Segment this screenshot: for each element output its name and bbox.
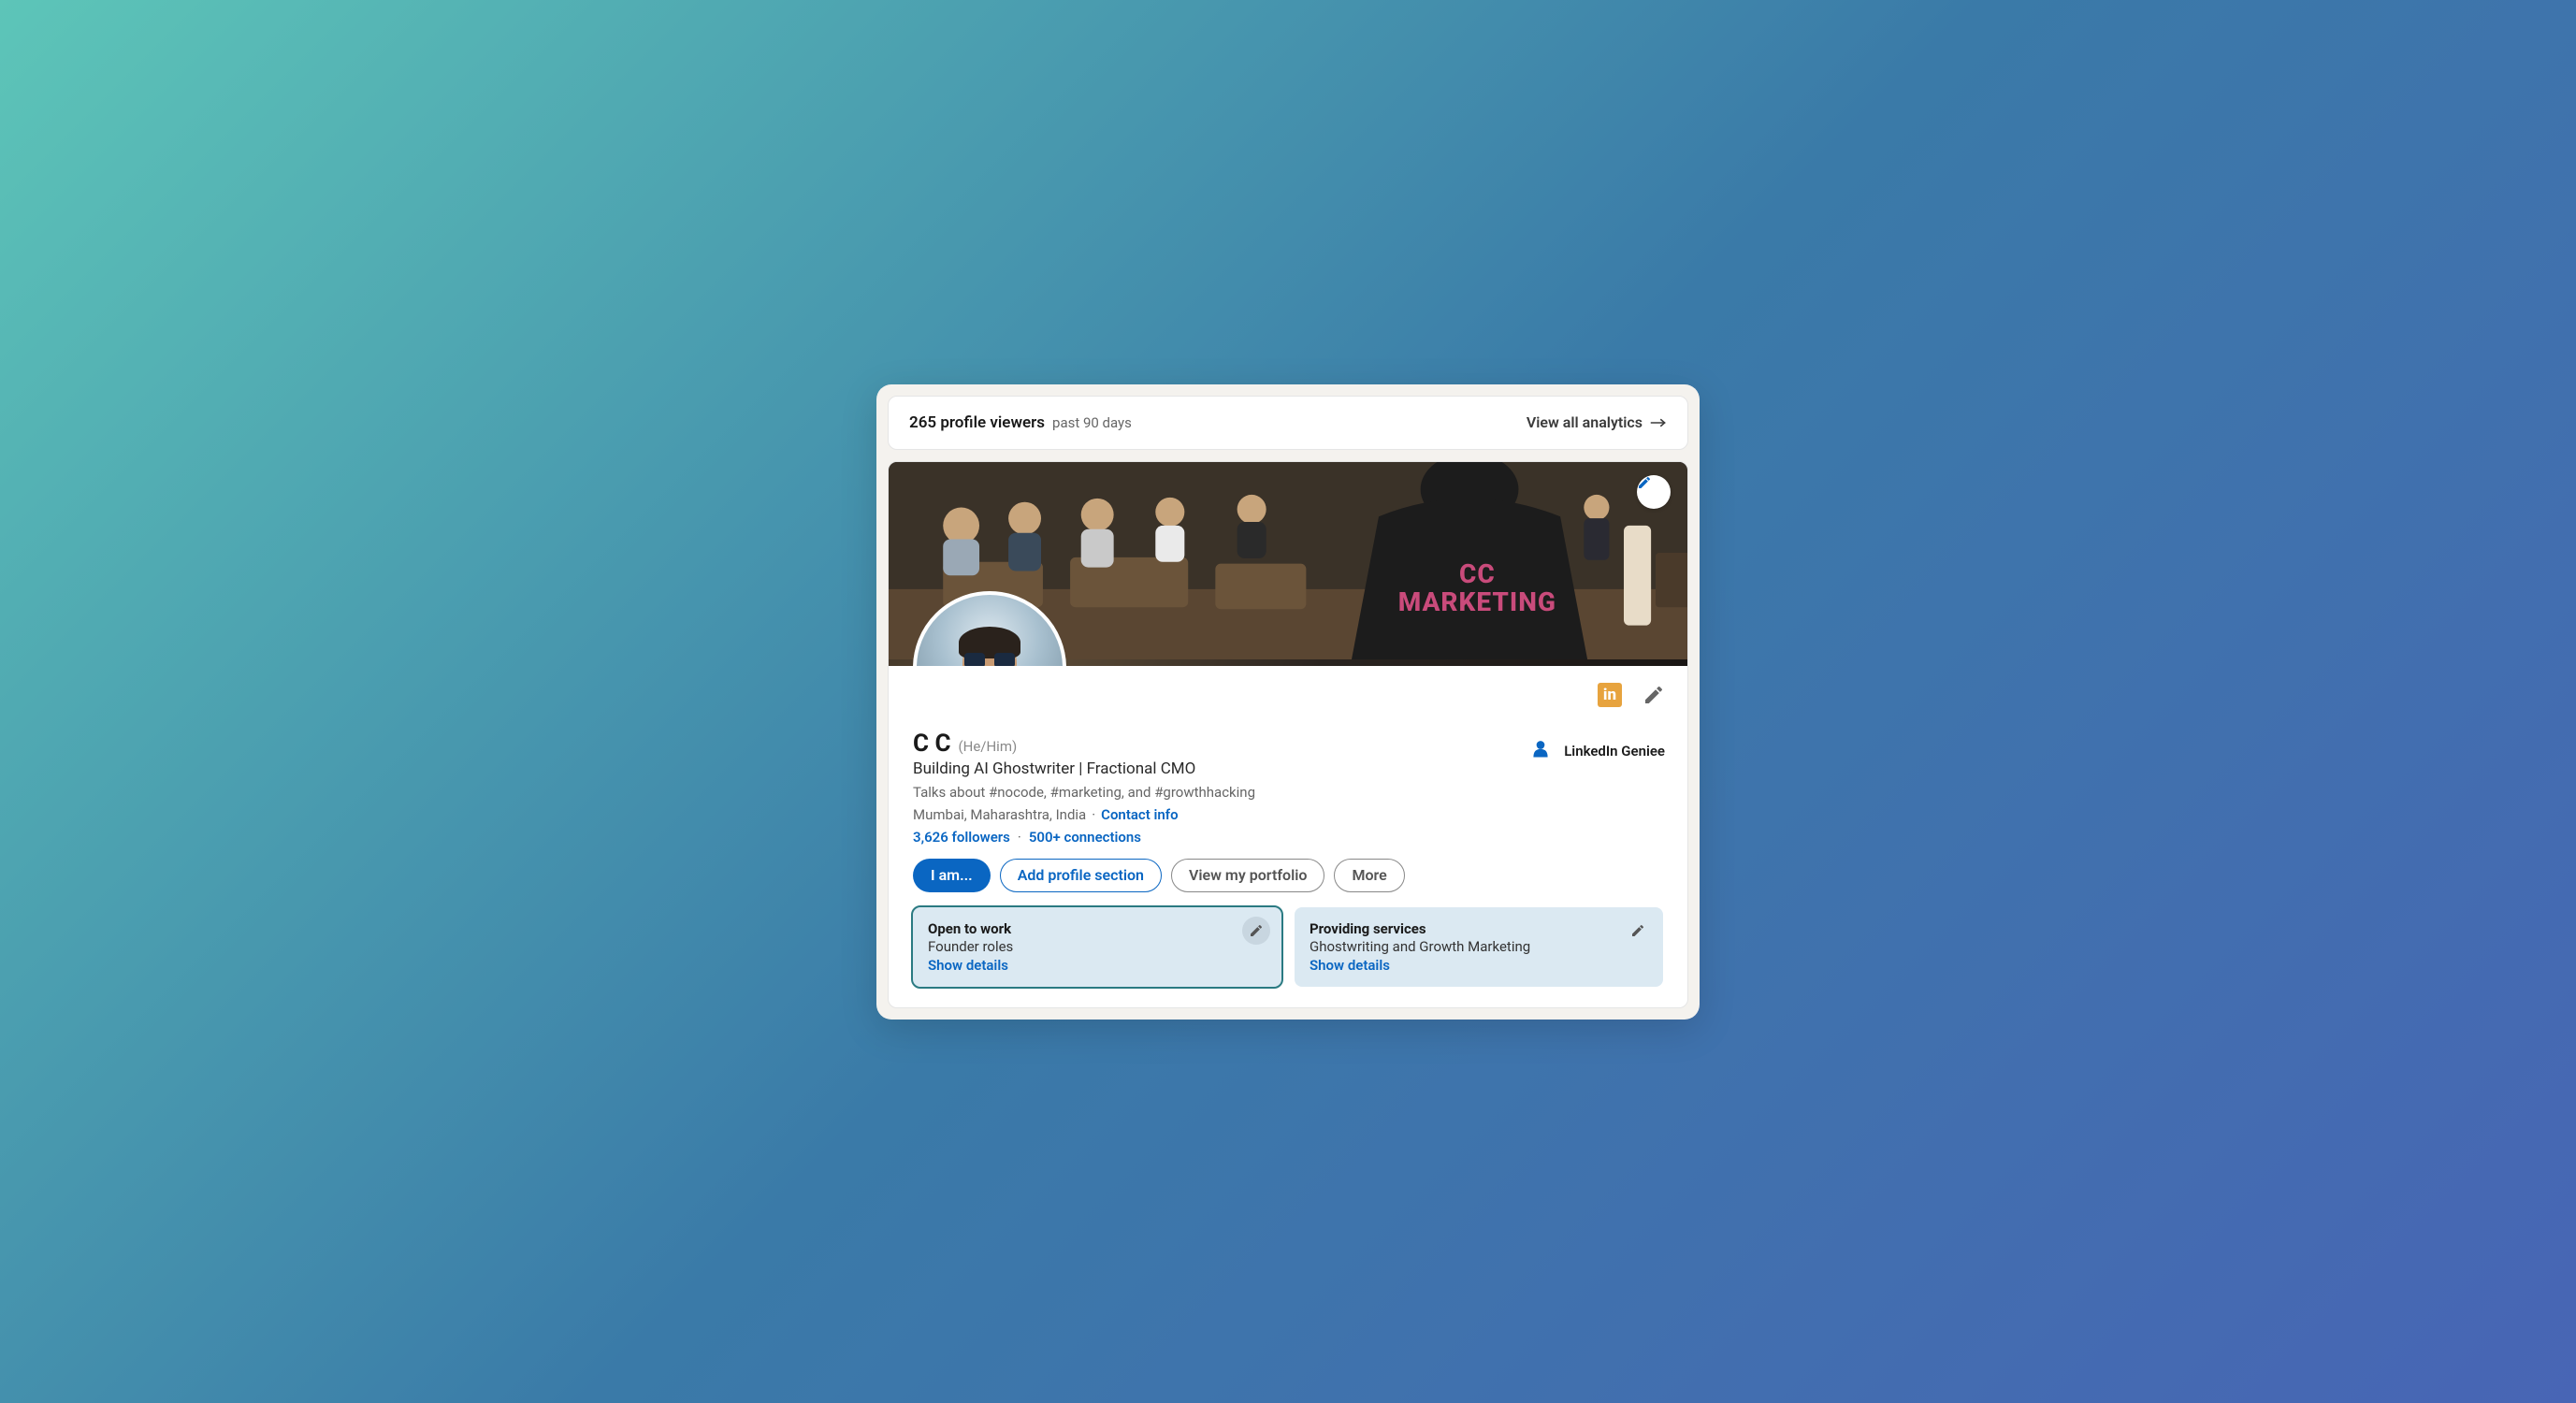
view-portfolio-button[interactable]: View my portfolio	[1171, 859, 1324, 892]
follow-row: 3,626 followers · 500+ connections	[913, 829, 1663, 846]
open-to-work-card[interactable]: Open to work Founder roles Show details	[913, 907, 1281, 987]
edit-profile-button[interactable]	[1643, 684, 1665, 706]
services-title: Providing services	[1310, 920, 1648, 937]
shirt-line1: CC	[1398, 560, 1556, 589]
edit-open-to-work-button[interactable]	[1242, 917, 1270, 945]
providing-services-card[interactable]: Providing services Ghostwriting and Grow…	[1295, 907, 1663, 987]
edit-services-button[interactable]	[1624, 917, 1652, 945]
connections-link[interactable]: 500+ connections	[1029, 829, 1141, 846]
add-profile-section-button[interactable]: Add profile section	[1000, 859, 1162, 892]
edit-cover-button[interactable]	[1637, 475, 1671, 509]
open-to-work-sub: Founder roles	[928, 938, 1266, 955]
profile-location: Mumbai, Maharashtra, India	[913, 806, 1086, 823]
pencil-icon	[1637, 475, 1652, 490]
location-row: Mumbai, Maharashtra, India · Contact inf…	[913, 806, 1663, 823]
current-org[interactable]: LinkedIn Geniee	[1528, 739, 1665, 763]
separator-dot: ·	[1092, 806, 1095, 823]
pencil-icon	[1630, 923, 1645, 938]
contact-info-link[interactable]: Contact info	[1101, 806, 1178, 823]
followers-link[interactable]: 3,626 followers	[913, 829, 1010, 846]
analytics-period: past 90 days	[1052, 414, 1132, 431]
view-all-analytics-label: View all analytics	[1527, 413, 1643, 431]
profile-hashtags: Talks about #nocode, #marketing, and #gr…	[913, 784, 1663, 801]
open-to-work-details-link[interactable]: Show details	[928, 957, 1266, 974]
shirt-line2: MARKETING	[1398, 588, 1556, 617]
org-icon	[1528, 739, 1553, 763]
profile-viewers-count[interactable]: 265 profile viewers	[909, 413, 1045, 432]
profile-window: 265 profile viewers past 90 days View al…	[876, 384, 1700, 1020]
open-to-cards: Open to work Founder roles Show details …	[913, 907, 1663, 987]
org-name: LinkedIn Geniee	[1564, 743, 1665, 759]
profile-pronouns: (He/Him)	[959, 738, 1018, 755]
linkedin-premium-badge[interactable]: in	[1598, 683, 1622, 707]
analytics-left: 265 profile viewers past 90 days	[909, 413, 1132, 432]
profile-body: in LinkedIn Geniee C C (He/Him) Building…	[889, 666, 1687, 1007]
more-button[interactable]: More	[1334, 859, 1404, 892]
profile-card: CC MARKETING in LinkedIn Geniee	[888, 461, 1688, 1008]
action-buttons: I am... Add profile section View my port…	[913, 859, 1663, 892]
open-to-work-title: Open to work	[928, 920, 1266, 937]
services-details-link[interactable]: Show details	[1310, 957, 1648, 974]
analytics-bar: 265 profile viewers past 90 days View al…	[888, 396, 1688, 450]
pencil-icon	[1249, 923, 1264, 938]
profile-name: C C	[913, 730, 951, 758]
top-icons: in	[1598, 683, 1665, 707]
cover-photo[interactable]: CC MARKETING	[889, 462, 1687, 666]
cover-shirt-text: CC MARKETING	[1398, 560, 1556, 618]
open-to-button[interactable]: I am...	[913, 859, 991, 892]
services-sub: Ghostwriting and Growth Marketing	[1310, 938, 1648, 955]
separator-dot: ·	[1018, 829, 1021, 846]
arrow-right-icon	[1650, 417, 1667, 428]
view-all-analytics-link[interactable]: View all analytics	[1527, 413, 1667, 431]
